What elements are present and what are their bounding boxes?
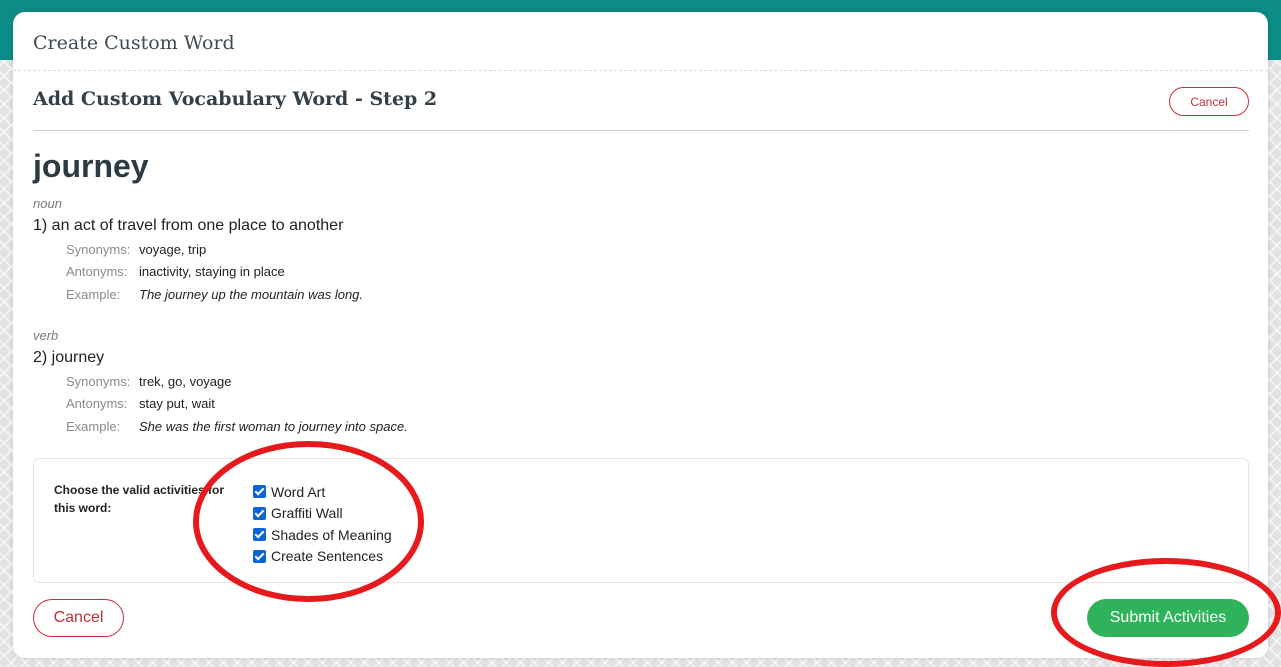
activity-label: Word Art — [271, 483, 326, 500]
create-custom-word-modal: Create Custom Word Add Custom Vocabulary… — [13, 12, 1268, 658]
definition: 1) an act of travel from one place to an… — [33, 217, 344, 234]
modal-title: Create Custom Word — [33, 32, 235, 54]
definition: 2) journey — [33, 349, 105, 366]
antonyms-value: inactivity, staying in place — [139, 264, 285, 279]
example-row: Example: She was the first woman to journ… — [66, 419, 408, 434]
example-label: Example: — [66, 419, 121, 434]
submit-activities-button[interactable]: Submit Activities — [1087, 599, 1249, 637]
synonyms-label: Synonyms: — [66, 374, 131, 389]
checkbox-checked-icon[interactable] — [253, 506, 266, 520]
synonyms-row: Synonyms: voyage, trip — [66, 242, 206, 257]
activity-create-sentences[interactable]: Create Sentences — [253, 546, 392, 568]
checkbox-checked-icon[interactable] — [253, 528, 266, 542]
example-label: Example: — [66, 287, 121, 302]
activity-graffiti-wall[interactable]: Graffiti Wall — [253, 503, 392, 525]
header-cancel-button[interactable]: Cancel — [1169, 87, 1249, 116]
antonyms-label: Antonyms: — [66, 264, 128, 279]
example-value: She was the first woman to journey into … — [139, 419, 408, 434]
antonyms-value: stay put, wait — [139, 396, 215, 411]
part-of-speech: noun — [33, 196, 62, 211]
step-title: Add Custom Vocabulary Word - Step 2 — [33, 88, 438, 110]
activities-panel: Choose the valid activities for this wor… — [33, 458, 1249, 583]
synonyms-label: Synonyms: — [66, 242, 131, 257]
activities-list: Word Art Graffiti Wall Shades of Meaning… — [253, 481, 392, 567]
cancel-button[interactable]: Cancel — [33, 599, 124, 637]
synonyms-row: Synonyms: trek, go, voyage — [66, 374, 232, 389]
antonyms-row: Antonyms: stay put, wait — [66, 396, 215, 411]
activity-label: Graffiti Wall — [271, 505, 343, 522]
antonyms-row: Antonyms: inactivity, staying in place — [66, 264, 285, 279]
modal-header: Create Custom Word — [13, 12, 1268, 71]
checkbox-checked-icon[interactable] — [253, 485, 266, 499]
antonyms-label: Antonyms: — [66, 396, 128, 411]
activity-shades-of-meaning[interactable]: Shades of Meaning — [253, 524, 392, 546]
example-value: The journey up the mountain was long. — [139, 287, 364, 302]
example-row: Example: The journey up the mountain was … — [66, 287, 363, 302]
activity-word-art[interactable]: Word Art — [253, 481, 392, 503]
checkbox-checked-icon[interactable] — [253, 549, 266, 563]
vocabulary-word: journey — [33, 148, 149, 184]
synonyms-value: trek, go, voyage — [139, 374, 232, 389]
synonyms-value: voyage, trip — [139, 242, 207, 257]
part-of-speech: verb — [33, 328, 59, 343]
activity-label: Create Sentences — [271, 548, 384, 565]
activity-label: Shades of Meaning — [271, 526, 392, 543]
activities-prompt: Choose the valid activities for this wor… — [54, 483, 225, 515]
divider — [33, 130, 1249, 131]
